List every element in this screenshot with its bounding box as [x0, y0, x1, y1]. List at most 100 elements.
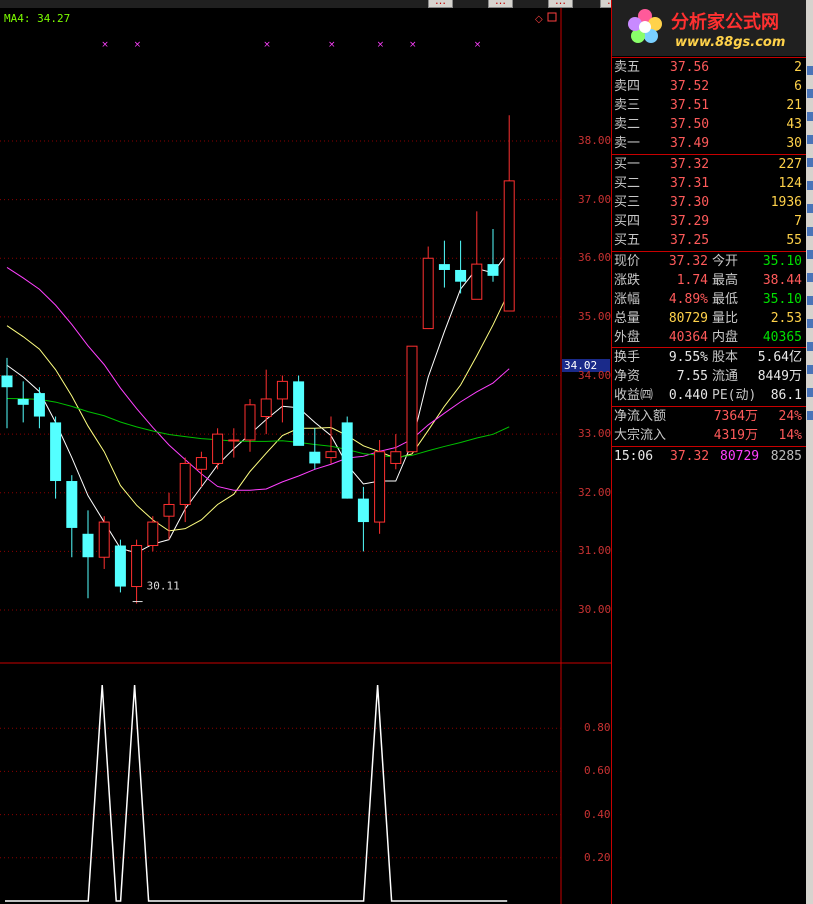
candle-body-up[interactable]	[163, 503, 175, 517]
candle-body-up[interactable]	[276, 380, 288, 400]
bid-row[interactable]: 买二 37.31 124	[614, 175, 804, 193]
quote-label: 涨跌	[614, 273, 641, 288]
kline-chart[interactable]: 30.11 × × × × × × × ◇	[0, 0, 611, 904]
quote-row[interactable]: 总量 80729 量比 2.53	[614, 310, 804, 328]
candle-body-up[interactable]	[244, 404, 256, 441]
candle-body-up[interactable]	[260, 398, 272, 418]
fundamental-row[interactable]: 换手 9.55% 股本 5.64亿	[614, 349, 804, 367]
candle-body-up[interactable]	[325, 451, 337, 459]
side-tool-icon[interactable]	[807, 319, 813, 328]
panel-separator	[611, 347, 807, 348]
side-tool-icon[interactable]	[807, 227, 813, 236]
quote-label: 外盘	[614, 330, 641, 345]
quote-value: 40365	[762, 330, 802, 345]
candle-body-down[interactable]	[66, 481, 78, 528]
side-tool-icon[interactable]	[807, 181, 813, 190]
chart-window: … … … … 30.11×××××××◇ MA4: 34.27 34.02 3…	[0, 0, 813, 904]
ask-row[interactable]: 卖三 37.51 21	[614, 97, 804, 115]
ask-price: 37.49	[670, 136, 710, 151]
candle-body-down[interactable]	[82, 533, 94, 558]
ask-row[interactable]: 卖四 37.52 6	[614, 78, 804, 96]
bid-volume: 55	[786, 233, 802, 248]
side-tool-icon[interactable]	[807, 388, 813, 397]
bid-row[interactable]: 买五 37.25 55	[614, 232, 804, 250]
ask-label: 卖四	[614, 79, 641, 94]
quote-row[interactable]: 外盘 40364 内盘 40365	[614, 329, 804, 347]
bid-label: 买三	[614, 195, 641, 210]
candle-body-up[interactable]	[131, 545, 143, 588]
fundamental-row[interactable]: 收益㈣ 0.440 PE(动) 86.1	[614, 387, 804, 405]
side-tool-icon[interactable]	[807, 273, 813, 282]
side-tool-icon[interactable]	[807, 89, 813, 98]
panel-separator	[611, 57, 807, 58]
candle-body-down[interactable]	[1, 375, 13, 388]
side-tool-icon[interactable]	[807, 411, 813, 420]
bid-volume: 7	[794, 214, 802, 229]
ma4-line	[6, 250, 510, 554]
ask-volume: 30	[786, 136, 802, 151]
candle-body-up[interactable]	[147, 521, 159, 547]
quote-row[interactable]: 涨幅 4.89% 最低 35.10	[614, 291, 804, 309]
price-tick-label: 35.00	[578, 309, 612, 323]
price-tick-label: 30.00	[578, 603, 612, 616]
logo-url: www.88gs.com	[675, 35, 786, 50]
fundamental-label: 股本	[712, 350, 739, 365]
candle-body-up[interactable]	[228, 439, 240, 442]
bid-row[interactable]: 买四 37.29 7	[614, 213, 804, 231]
bid-price: 37.29	[670, 214, 710, 229]
candle-body-up[interactable]	[195, 457, 207, 470]
side-tool-icon[interactable]	[807, 66, 813, 75]
panel-separator	[611, 406, 807, 407]
quote-row[interactable]: 现价 37.32 今开 35.10	[614, 253, 804, 271]
side-tool-icon[interactable]	[807, 204, 813, 213]
signal-mark: ×	[377, 40, 385, 50]
candle-body-down[interactable]	[293, 381, 305, 446]
quote-value: 37.32	[668, 254, 708, 269]
side-tool-icon[interactable]	[807, 296, 813, 305]
flow-row[interactable]: 净流入额 7364万 24%	[614, 408, 804, 426]
candle-body-down[interactable]	[309, 451, 321, 464]
candle-body-down[interactable]	[114, 545, 126, 587]
candle-body-down[interactable]	[357, 498, 369, 523]
candle-body-down[interactable]	[33, 393, 45, 417]
ask-row[interactable]: 卖五 37.56 2	[614, 59, 804, 77]
ask-row[interactable]: 卖一 37.49 30	[614, 135, 804, 153]
candle-body-up[interactable]	[390, 451, 402, 464]
candle-body-down[interactable]	[455, 269, 467, 282]
candle-body-up[interactable]	[503, 180, 515, 312]
signal-mark: ×	[101, 40, 109, 50]
ma8-line	[6, 290, 510, 532]
fundamental-row[interactable]: 净资 7.55 流通 8449万	[614, 368, 804, 386]
side-tool-icon[interactable]	[807, 365, 813, 374]
bid-row[interactable]: 买一 37.32 227	[614, 156, 804, 174]
candle-body-down[interactable]	[487, 264, 499, 276]
candle-body-up[interactable]	[374, 451, 386, 523]
flow-value: 4319万	[713, 428, 758, 443]
candle-body-up[interactable]	[471, 263, 483, 300]
candle-body-down[interactable]	[438, 264, 450, 270]
diamond-icon[interactable]: ◇	[535, 14, 543, 25]
candle-body-up[interactable]	[422, 257, 434, 330]
side-tool-icon[interactable]	[807, 250, 813, 259]
candle-body-up[interactable]	[212, 433, 224, 464]
ask-row[interactable]: 卖二 37.50 43	[614, 116, 804, 134]
side-tool-icon[interactable]	[807, 342, 813, 351]
candle-body-up[interactable]	[406, 345, 418, 453]
side-tool-icon[interactable]	[807, 135, 813, 144]
candle-body-down[interactable]	[50, 422, 62, 482]
candle-body-up[interactable]	[98, 521, 110, 558]
candle-body-down[interactable]	[341, 422, 353, 499]
side-tool-icon[interactable]	[807, 112, 813, 121]
side-tool-icon[interactable]	[807, 158, 813, 167]
quote-row[interactable]: 涨跌 1.74 最高 38.44	[614, 272, 804, 290]
tick-row[interactable]: 15:06 37.32 80729 8285	[614, 448, 804, 466]
bid-row[interactable]: 买三 37.30 1936	[614, 194, 804, 212]
flow-row[interactable]: 大宗流入 4319万 14%	[614, 427, 804, 445]
candle-body-down[interactable]	[17, 398, 29, 405]
fundamental-value: 7.55	[676, 369, 708, 384]
fundamental-value: 5.64亿	[757, 350, 802, 365]
candle-body-up[interactable]	[179, 462, 191, 505]
bid-price: 37.31	[670, 176, 710, 191]
window-box-icon[interactable]	[547, 12, 557, 22]
ask-label: 卖一	[614, 136, 641, 151]
